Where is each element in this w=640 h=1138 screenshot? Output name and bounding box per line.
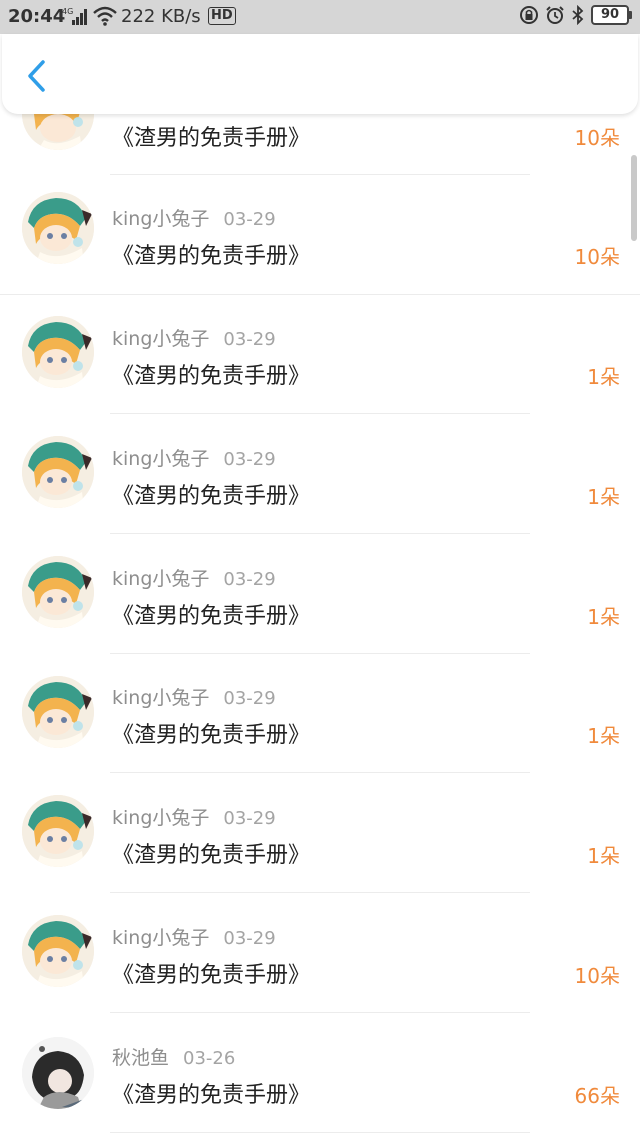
username[interactable]: king小兔子 [112, 328, 209, 350]
scrollbar[interactable] [631, 155, 637, 241]
header-bar [2, 34, 638, 114]
list-item[interactable]: king小兔子 03-29 《渣男的免责手册》 10朵 [0, 893, 640, 1013]
status-bar: 20:44 4G 222 KB/s HD 90 [0, 0, 640, 34]
date: 03-29 [223, 329, 276, 350]
list-item[interactable]: king小兔子 03-29 《渣男的免责手册》 1朵 [0, 654, 640, 774]
avatar[interactable] [22, 316, 94, 388]
date: 03-26 [183, 1048, 236, 1069]
avatar[interactable] [22, 915, 94, 987]
list-item[interactable]: 秋池鱼 03-26 《渣男的免责手册》 66朵 [0, 1013, 640, 1133]
meta-line: king小兔子 03-29 [112, 564, 276, 591]
network-label: 4G [62, 7, 73, 16]
username[interactable]: king小兔子 [112, 807, 209, 829]
meta-line: king小兔子 03-29 [112, 204, 276, 231]
book-title: 《渣男的免责手册》 [112, 723, 311, 748]
hd-badge: HD [208, 7, 236, 25]
gift-amount: 10朵 [574, 245, 620, 269]
date: 03-29 [223, 688, 276, 709]
battery-icon: 90 [591, 5, 632, 25]
username[interactable]: king小兔子 [112, 927, 209, 949]
avatar[interactable] [22, 192, 94, 264]
avatar[interactable] [22, 1037, 94, 1109]
gift-amount: 10朵 [574, 964, 620, 988]
book-title: 《渣男的免责手册》 [112, 126, 311, 151]
username[interactable]: king小兔子 [112, 208, 209, 230]
lock-rotation-icon [520, 6, 538, 24]
meta-line: king小兔子 03-29 [112, 923, 276, 950]
status-right: 90 [519, 5, 632, 25]
gift-amount: 1朵 [587, 605, 620, 629]
back-button[interactable] [16, 54, 56, 98]
divider [110, 1132, 530, 1133]
username[interactable]: king小兔子 [112, 687, 209, 709]
wifi-icon [92, 5, 118, 32]
book-title: 《渣男的免责手册》 [112, 1083, 311, 1108]
book-title: 《渣男的免责手册》 [112, 843, 311, 868]
avatar[interactable] [22, 436, 94, 508]
meta-line: 秋池鱼 03-26 [112, 1043, 235, 1070]
gift-amount: 1朵 [587, 485, 620, 509]
gift-amount: 1朵 [587, 844, 620, 868]
book-title: 《渣男的免责手册》 [112, 364, 311, 389]
date: 03-29 [223, 569, 276, 590]
alarm-icon [546, 6, 564, 24]
date: 03-29 [223, 928, 276, 949]
book-title: 《渣男的免责手册》 [112, 604, 311, 629]
avatar[interactable] [22, 676, 94, 748]
chevron-left-icon [28, 60, 45, 92]
book-title: 《渣男的免责手册》 [112, 484, 311, 509]
list-item[interactable]: king小兔子 03-29 《渣男的免责手册》 10朵 [0, 174, 640, 295]
date: 03-29 [223, 449, 276, 470]
gift-amount: 1朵 [587, 365, 620, 389]
list-item[interactable]: king小兔子 03-29 《渣男的免责手册》 1朵 [0, 414, 640, 534]
username[interactable]: king小兔子 [112, 568, 209, 590]
meta-line: king小兔子 03-29 [112, 324, 276, 351]
list-item[interactable]: king小兔子 03-29 《渣男的免责手册》 1朵 [0, 773, 640, 893]
list-item[interactable]: king小兔子 03-29 《渣男的免责手册》 1朵 [0, 534, 640, 654]
date: 03-29 [223, 808, 276, 829]
list-item[interactable]: king小兔子 03-29 《渣男的免责手册》 1朵 [0, 294, 640, 414]
meta-line: king小兔子 03-29 [112, 444, 276, 471]
avatar[interactable] [22, 795, 94, 867]
book-title: 《渣男的免责手册》 [112, 244, 311, 269]
meta-line: king小兔子 03-29 [112, 803, 276, 830]
username[interactable]: 秋池鱼 [112, 1047, 169, 1069]
meta-line: king小兔子 03-29 [112, 683, 276, 710]
avatar[interactable] [22, 556, 94, 628]
username[interactable]: king小兔子 [112, 448, 209, 470]
book-title: 《渣男的免责手册》 [112, 963, 311, 988]
gift-amount: 66朵 [574, 1084, 620, 1108]
signal-icon: 4G [62, 6, 88, 31]
bluetooth-icon [572, 5, 584, 25]
date: 03-29 [223, 209, 276, 230]
status-time: 20:44 [8, 6, 66, 27]
gift-amount: 1朵 [587, 724, 620, 748]
network-speed: 222 KB/s [121, 6, 201, 27]
battery-level: 90 [591, 5, 629, 25]
gift-amount: 10朵 [574, 126, 620, 150]
gift-list: 《渣男的免责手册》 10朵 king小兔子 03-29 《渣男的免责手册》 10朵 [0, 0, 640, 1138]
